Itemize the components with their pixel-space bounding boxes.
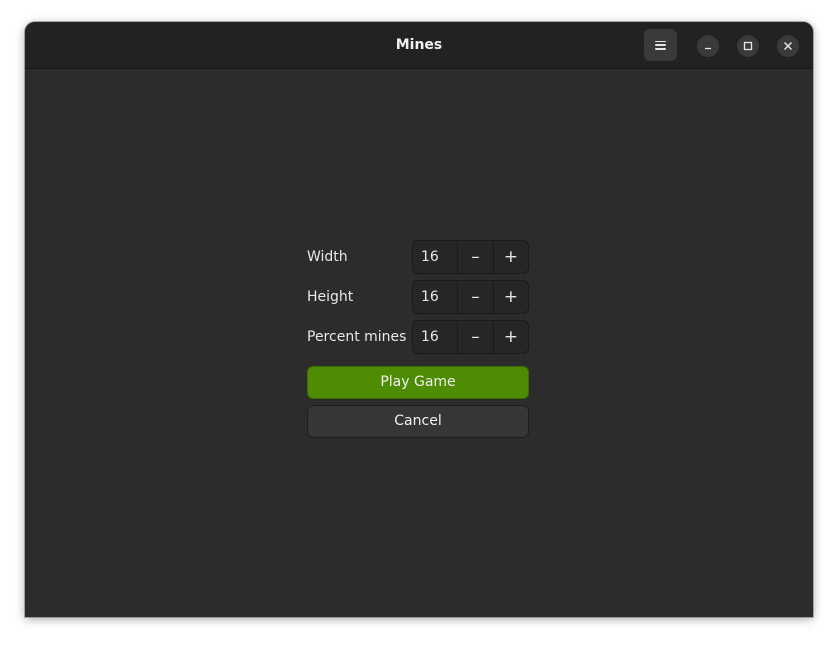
- minimize-icon: [705, 47, 711, 50]
- height-label: Height: [307, 289, 354, 305]
- hamburger-menu-icon: [655, 40, 666, 50]
- main-menu-button[interactable]: [644, 29, 677, 61]
- custom-game-form: Width 16 – + Height 16 – + Percent mines: [307, 240, 529, 438]
- close-icon: [784, 42, 792, 50]
- height-increment-button[interactable]: +: [494, 281, 528, 313]
- maximize-button[interactable]: [737, 35, 759, 57]
- play-game-button[interactable]: Play Game: [307, 366, 529, 399]
- width-row: Width 16 – +: [307, 240, 529, 274]
- width-value-input[interactable]: 16: [413, 241, 459, 273]
- content-area: Width 16 – + Height 16 – + Percent mines: [25, 69, 813, 617]
- width-increment-button[interactable]: +: [494, 241, 528, 273]
- height-decrement-button[interactable]: –: [458, 281, 494, 313]
- percent-mines-label: Percent mines: [307, 329, 407, 345]
- cancel-button[interactable]: Cancel: [307, 405, 529, 438]
- height-value-input[interactable]: 16: [413, 281, 459, 313]
- close-button[interactable]: [777, 35, 799, 57]
- minimize-button[interactable]: [697, 35, 719, 57]
- height-row: Height 16 – +: [307, 280, 529, 314]
- percent-mines-spinbutton: 16 – +: [412, 320, 529, 354]
- window-title: Mines: [395, 37, 443, 53]
- mines-window: Mines Width 16 – + Height 16 – + Percent…: [25, 22, 813, 617]
- height-spinbutton: 16 – +: [412, 280, 529, 314]
- width-decrement-button[interactable]: –: [458, 241, 494, 273]
- percent-mines-decrement-button[interactable]: –: [458, 321, 494, 353]
- width-label: Width: [307, 249, 348, 265]
- width-spinbutton: 16 – +: [412, 240, 529, 274]
- maximize-icon: [743, 41, 753, 51]
- headerbar: Mines: [25, 22, 813, 69]
- percent-mines-row: Percent mines 16 – +: [307, 320, 529, 354]
- percent-mines-increment-button[interactable]: +: [494, 321, 528, 353]
- percent-mines-value-input[interactable]: 16: [413, 321, 459, 353]
